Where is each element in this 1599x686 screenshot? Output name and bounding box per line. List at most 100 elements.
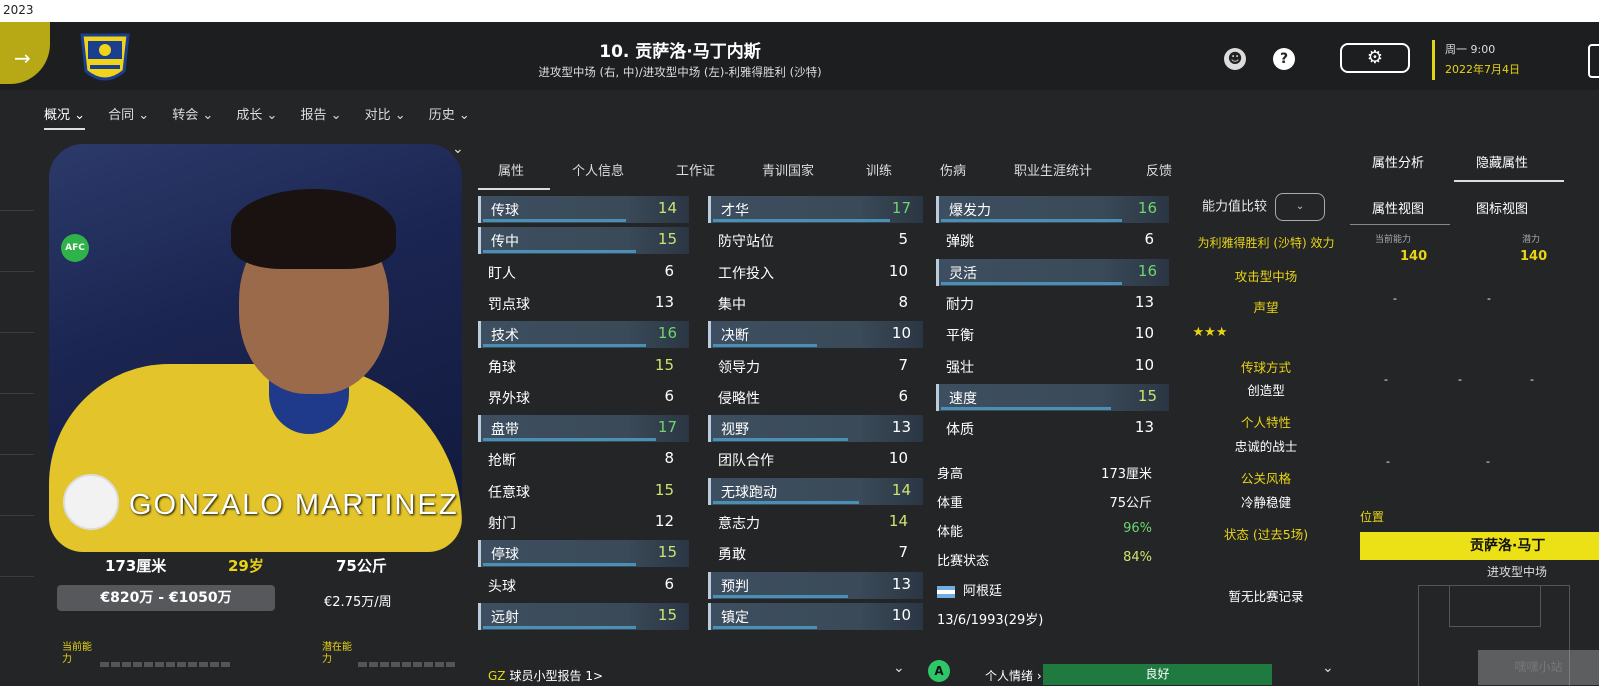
continue-button[interactable] xyxy=(1588,44,1599,78)
date-text: 2022年7月4日 xyxy=(1445,63,1520,76)
attribute-row[interactable]: 领导力 7 xyxy=(708,353,920,380)
attribute-row[interactable]: 无球跑动 14 xyxy=(708,477,923,505)
hidden-attr-1: - xyxy=(1393,292,1397,305)
attribute-row[interactable]: 任意球 15 xyxy=(478,478,686,505)
attribute-value: 13 xyxy=(1134,292,1154,311)
attribute-name: 角球 xyxy=(488,359,516,376)
attribute-row[interactable]: 灵活 16 xyxy=(936,258,1169,286)
attribute-row[interactable]: 抢断 8 xyxy=(478,446,686,473)
reputation-label: 声望 xyxy=(1253,300,1279,315)
attribute-value: 10 xyxy=(891,324,911,343)
attribute-name: 远射 xyxy=(491,609,519,626)
hidden-attr-2: - xyxy=(1487,292,1491,305)
tab-attributes[interactable]: 属性 xyxy=(498,160,524,179)
attribute-row[interactable]: 意志力 14 xyxy=(708,509,920,536)
game-date[interactable]: 周一 9:00 2022年7月4日 xyxy=(1432,40,1520,80)
attribute-row[interactable]: 勇敢 7 xyxy=(708,540,920,567)
attribute-value: 7 xyxy=(898,543,908,562)
photo-chevron-icon[interactable]: ⌄ xyxy=(452,141,464,157)
attribute-name: 速度 xyxy=(949,390,977,407)
attribute-row[interactable]: 射门 12 xyxy=(478,509,686,536)
attribute-highlight-bar xyxy=(941,281,1122,285)
attribute-row[interactable]: 技术 16 xyxy=(478,321,689,349)
attribute-row[interactable]: 罚点球 13 xyxy=(478,290,686,317)
status-badge-icon: AFC xyxy=(61,234,89,262)
player-title: 10. 贡萨洛·马丁内斯 xyxy=(599,42,761,62)
attribute-row[interactable]: 才华 17 xyxy=(708,196,923,223)
attribute-row[interactable]: 盯人 6 xyxy=(478,259,686,286)
attribute-row[interactable]: 镇定 10 xyxy=(708,602,923,630)
player-photo: AFC GONZALO MARTINEZ xyxy=(49,144,462,552)
attribute-row[interactable]: 防守站位 5 xyxy=(708,227,920,254)
nav-development[interactable]: 成长 ⌄ xyxy=(236,104,277,128)
attribute-row[interactable]: 集中 8 xyxy=(708,290,920,317)
attribute-row[interactable]: 爆发力 16 xyxy=(936,196,1169,223)
attribute-name: 灵活 xyxy=(949,265,977,282)
icon-view-button[interactable]: 图标视图 xyxy=(1476,198,1528,217)
tab-feedback[interactable]: 反馈 xyxy=(1146,160,1172,179)
expand-chevron-icon[interactable]: ⌄ xyxy=(893,660,905,676)
attribute-row[interactable]: 头球 6 xyxy=(478,572,686,599)
main-nav: 概况 ⌄ 合同 ⌄ 转会 ⌄ 成长 ⌄ 报告 ⌄ 对比 ⌄ 历史 ⌄ xyxy=(44,104,488,130)
card-height: 173厘米 xyxy=(105,557,167,575)
attribute-row[interactable]: 远射 15 xyxy=(478,602,689,630)
meta-nation[interactable]: 阿根廷 xyxy=(937,580,1152,599)
collapse-chevron-icon[interactable]: ⌄ xyxy=(1322,660,1334,676)
tab-attribute-analysis[interactable]: 属性分析 xyxy=(1372,152,1424,171)
scout-report-link[interactable]: GZ 球员小型报告 1> xyxy=(488,667,603,684)
attribute-row[interactable]: 预判 13 xyxy=(708,571,923,599)
tab-career-stats[interactable]: 职业生涯统计 xyxy=(1014,160,1092,179)
tab-youth-nation[interactable]: 青训国家 xyxy=(762,160,814,179)
tab-hidden-attributes[interactable]: 隐藏属性 xyxy=(1476,152,1528,171)
nav-history[interactable]: 历史 ⌄ xyxy=(429,104,470,128)
attribute-name: 传球 xyxy=(491,203,519,219)
attribute-row[interactable]: 工作投入 10 xyxy=(708,259,920,286)
card-weight: 75公斤 xyxy=(336,557,387,575)
tab-injuries[interactable]: 伤病 xyxy=(940,160,966,179)
attribute-row[interactable]: 角球 15 xyxy=(478,353,686,380)
attribute-highlight-bar xyxy=(713,594,848,598)
attribute-row[interactable]: 平衡 10 xyxy=(936,321,1166,348)
help-icon[interactable]: ? xyxy=(1273,48,1295,70)
attribute-row[interactable]: 侵略性 6 xyxy=(708,384,920,411)
attribute-row[interactable]: 传球 14 xyxy=(478,196,689,223)
tab-personal[interactable]: 个人信息 xyxy=(572,160,624,179)
attribute-value: 16 xyxy=(1137,199,1157,217)
nav-contract[interactable]: 合同 ⌄ xyxy=(108,104,149,128)
attribute-name: 罚点球 xyxy=(488,296,530,313)
nav-reports[interactable]: 报告 ⌄ xyxy=(301,104,342,128)
personality-value: 忠诚的战士 xyxy=(1234,439,1298,454)
attribute-row[interactable]: 传中 15 xyxy=(478,227,689,255)
tab-training[interactable]: 训练 xyxy=(866,160,892,179)
attribute-row[interactable]: 团队合作 10 xyxy=(708,446,920,473)
attribute-row[interactable]: 体质 13 xyxy=(936,415,1166,442)
settings-button[interactable]: ⚙ xyxy=(1340,43,1410,73)
attribute-row[interactable]: 强壮 10 xyxy=(936,353,1166,380)
attribute-row[interactable]: 停球 15 xyxy=(478,540,689,568)
skull-icon[interactable]: ☻ xyxy=(1224,48,1246,70)
nav-compare[interactable]: 对比 ⌄ xyxy=(365,104,406,128)
nav-transfer[interactable]: 转会 ⌄ xyxy=(172,104,213,128)
compare-dropdown-icon[interactable]: ⌄ xyxy=(1275,193,1325,221)
attribute-value: 14 xyxy=(888,512,908,530)
attribute-row[interactable]: 弹跳 6 xyxy=(936,227,1166,254)
attribute-view-button[interactable]: 属性视图 xyxy=(1372,198,1424,217)
attribute-row[interactable]: 速度 15 xyxy=(936,383,1169,411)
transfer-value[interactable]: €820万 - €1050万 xyxy=(57,585,275,611)
tab-work-permit[interactable]: 工作证 xyxy=(676,160,715,179)
attribute-row[interactable]: 盘带 17 xyxy=(478,415,689,443)
back-arrow-icon[interactable]: → xyxy=(14,46,31,70)
nav-overview[interactable]: 概况 ⌄ xyxy=(44,104,86,130)
attribute-row[interactable]: 界外球 6 xyxy=(478,384,686,411)
form-value: 暂无比赛记录 xyxy=(1228,589,1304,604)
mood-label[interactable]: 个人情绪 › xyxy=(985,667,1042,684)
role-name[interactable]: 攻击型中场 xyxy=(1166,266,1366,285)
media-style-label: 公关风格 xyxy=(1240,471,1291,486)
attribute-row[interactable]: 视野 13 xyxy=(708,415,923,443)
attribute-highlight-bar xyxy=(713,219,890,222)
attribute-row[interactable]: 耐力 13 xyxy=(936,290,1166,317)
attribute-row[interactable]: 决断 10 xyxy=(708,321,923,349)
attribute-name: 盯人 xyxy=(488,265,516,282)
attribute-name: 领导力 xyxy=(718,359,760,376)
personality-label: 个人特性 xyxy=(1240,415,1291,430)
